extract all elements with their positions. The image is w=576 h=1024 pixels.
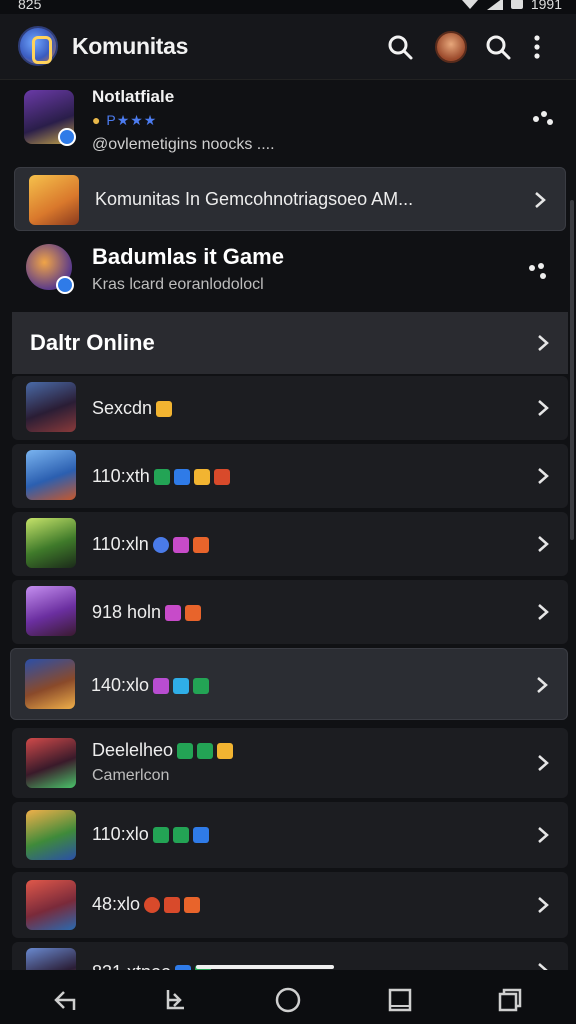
chevron-right-icon <box>537 677 548 693</box>
more-icon[interactable] <box>528 262 550 280</box>
more-vertical-icon[interactable] <box>532 33 542 61</box>
list-item[interactable]: Sexcdn <box>12 376 568 440</box>
list-item[interactable]: 48:xlo <box>12 872 568 938</box>
app-logo-icon[interactable] <box>18 26 58 66</box>
search-icon[interactable] <box>386 33 414 61</box>
profile-card[interactable]: Notlatfiale ● P★★★ @ovlemetigins noocks … <box>8 82 568 160</box>
verified-icon <box>58 128 76 146</box>
row-label: 110:xth <box>92 466 230 487</box>
status-time: 825 <box>18 0 42 12</box>
recents-icon[interactable] <box>496 986 524 1014</box>
item-thumbnail <box>25 659 75 709</box>
profile-avatar[interactable] <box>435 31 467 63</box>
scrollbar[interactable] <box>570 200 574 540</box>
verified-icon <box>56 276 74 294</box>
section-header[interactable]: Daltr Online <box>12 312 568 374</box>
section-title: Daltr Online <box>30 330 155 355</box>
item-thumbnail <box>26 810 76 860</box>
status-battery: 1991 <box>530 0 562 12</box>
list-item[interactable]: 110:xlo <box>12 802 568 868</box>
battery-icon <box>510 0 523 9</box>
row-label: 110:xlo <box>92 824 209 845</box>
medal-icon: ● <box>92 112 102 128</box>
row-label: Sexcdn <box>92 398 173 419</box>
row-label: Komunitas In Gemcohnotriagsoeo AM... <box>95 189 414 209</box>
chevron-right-icon <box>538 400 549 416</box>
list-item[interactable]: 110:xth <box>12 444 568 508</box>
profile-rating: ● P★★★ <box>92 112 158 128</box>
list-item[interactable]: 918 holn <box>12 580 568 644</box>
chevron-right-icon <box>535 192 546 208</box>
row-label: Deelelheo <box>92 740 234 761</box>
community-thumbnail <box>29 175 79 225</box>
chevron-right-icon <box>538 468 549 484</box>
chevron-right-icon <box>538 963 548 970</box>
back-icon[interactable] <box>52 986 80 1014</box>
list-item[interactable]: Deelelheo Camerlcon <box>12 728 568 798</box>
row-label: 918 holn <box>92 602 202 623</box>
app-bar: Komunitas <box>0 14 576 80</box>
chevron-right-icon <box>538 755 549 771</box>
search-icon[interactable] <box>484 33 512 61</box>
status-icons: 1991 <box>461 0 562 12</box>
page-title: Komunitas <box>72 33 189 59</box>
chevron-right-icon <box>538 536 549 552</box>
chevron-right-icon <box>538 335 549 351</box>
list-item[interactable]: 110:xln <box>12 512 568 576</box>
row-label: 831 xtnoo <box>92 962 212 970</box>
chevron-right-icon <box>538 897 549 913</box>
item-thumbnail <box>26 738 76 788</box>
row-label: 48:xlo <box>92 894 201 915</box>
row-sub: Camerlcon <box>92 767 170 784</box>
row-label: 140:xlo <box>91 675 210 696</box>
list-item[interactable]: 140:xlo <box>10 648 568 720</box>
status-bar: 825 1991 <box>0 0 576 14</box>
item-thumbnail <box>26 948 76 970</box>
profile-name: Notlatfiale <box>92 87 175 106</box>
signal-icon <box>486 0 503 10</box>
item-thumbnail <box>26 450 76 500</box>
square-icon[interactable] <box>386 986 414 1014</box>
more-icon[interactable] <box>532 110 554 128</box>
chevron-right-icon <box>538 827 549 843</box>
item-thumbnail <box>26 880 76 930</box>
share-icon[interactable] <box>162 986 190 1014</box>
home-indicator <box>196 965 334 969</box>
item-thumbnail <box>26 518 76 568</box>
home-icon[interactable] <box>274 986 302 1014</box>
community-link-row[interactable]: Komunitas In Gemcohnotriagsoeo AM... <box>14 167 566 231</box>
community-list: Notlatfiale ● P★★★ @ovlemetigins noocks … <box>0 80 576 970</box>
item-thumbnail <box>26 382 76 432</box>
wifi-icon <box>461 0 478 9</box>
profile-handle: @ovlemetigins noocks .... <box>92 136 275 153</box>
row-sub: Kras lcard eoranlodolocl <box>92 276 264 293</box>
item-thumbnail <box>26 586 76 636</box>
row-label: 110:xln <box>92 534 209 555</box>
chevron-right-icon <box>538 604 549 620</box>
row-label: Badumlas it Game <box>92 244 284 269</box>
game-row[interactable]: Badumlas it Game Kras lcard eoranlodoloc… <box>12 236 568 310</box>
